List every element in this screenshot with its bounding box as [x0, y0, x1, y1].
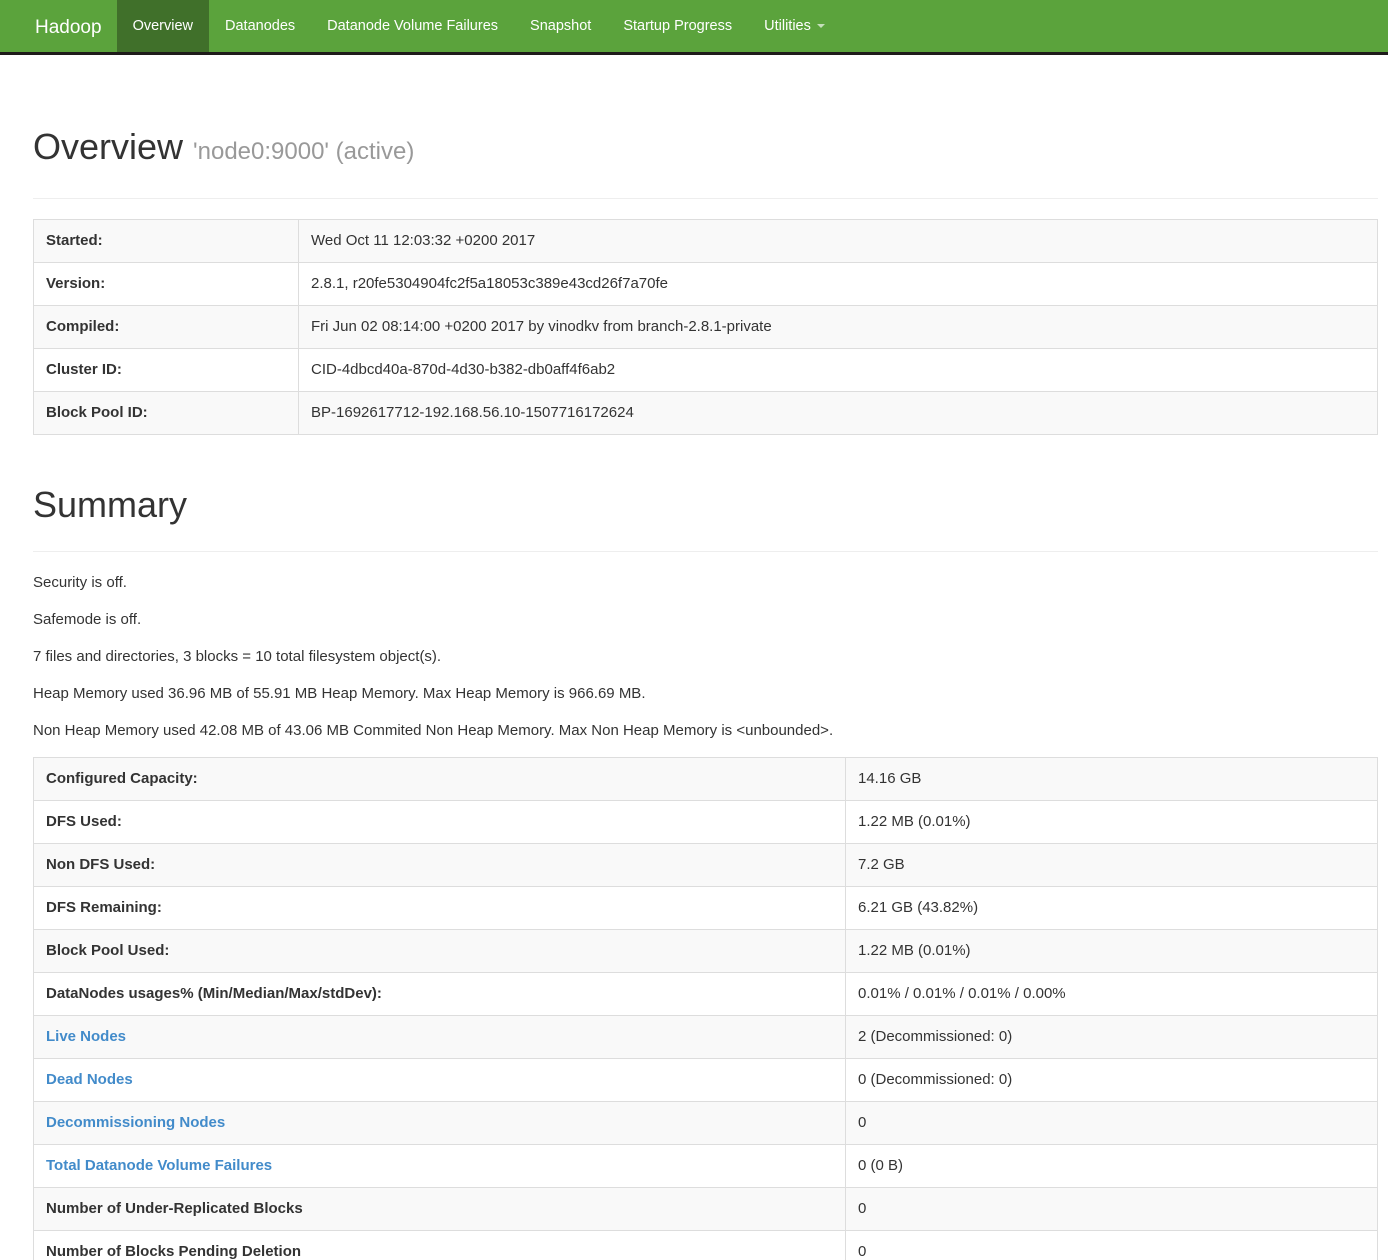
- summary-row-number-of-blocks-pending-deletion: Number of Blocks Pending Deletion0: [34, 1231, 1378, 1260]
- main-content: Overview 'node0:9000' (active) Started:W…: [33, 123, 1378, 1260]
- row-label: Total Datanode Volume Failures: [34, 1145, 846, 1188]
- summary-row-decommissioning-nodes: Decommissioning Nodes 0: [34, 1102, 1378, 1145]
- row-value: 6.21 GB (43.82%): [846, 887, 1378, 930]
- summary-note-2: Safemode is off.: [33, 609, 1378, 630]
- row-label: Live Nodes: [34, 1016, 846, 1059]
- overview-heading: Overview 'node0:9000' (active): [33, 123, 1378, 176]
- navbar-brand[interactable]: Hadoop: [0, 0, 117, 52]
- row-label: Block Pool ID:: [34, 392, 299, 435]
- summary-paragraphs: Security is off. Safemode is off. 7 files …: [33, 572, 1378, 741]
- decommissioning-nodes-link[interactable]: Decommissioning Nodes: [46, 1114, 225, 1131]
- navbar-item-label: Snapshot: [530, 0, 591, 54]
- navbar-item-label: Startup Progress: [623, 0, 732, 54]
- navbar-item-label: Datanodes: [225, 0, 295, 54]
- row-label: Version:: [34, 263, 299, 306]
- overview-row-block-pool-id: Block Pool ID:BP-1692617712-192.168.56.1…: [34, 392, 1378, 435]
- row-label: Non DFS Used:: [34, 844, 846, 887]
- row-label: Block Pool Used:: [34, 930, 846, 973]
- summary-table: Configured Capacity:14.16 GBDFS Used:1.2…: [33, 757, 1378, 1260]
- summary-row-live-nodes: Live Nodes 2 (Decommissioned: 0): [34, 1016, 1378, 1059]
- row-value: 2.8.1, r20fe5304904fc2f5a18053c389e43cd2…: [299, 263, 1378, 306]
- summary-row-dfs-remaining: DFS Remaining:6.21 GB (43.82%): [34, 887, 1378, 930]
- row-value: CID-4dbcd40a-870d-4d30-b382-db0aff4f6ab2: [299, 349, 1378, 392]
- summary-note-1: Security is off.: [33, 572, 1378, 593]
- row-value: 1.22 MB (0.01%): [846, 801, 1378, 844]
- summary-row-dfs-used: DFS Used:1.22 MB (0.01%): [34, 801, 1378, 844]
- row-label: Compiled:: [34, 306, 299, 349]
- row-label: Decommissioning Nodes: [34, 1102, 846, 1145]
- navbar-item-overview[interactable]: Overview: [117, 0, 209, 52]
- summary-title: Summary: [33, 481, 1378, 529]
- row-value: 1.22 MB (0.01%): [846, 930, 1378, 973]
- row-value: 2 (Decommissioned: 0): [846, 1016, 1378, 1059]
- row-label: Started:: [34, 220, 299, 263]
- page-subtitle: 'node0:9000' (active): [193, 138, 414, 165]
- overview-row-started: Started:Wed Oct 11 12:03:32 +0200 2017: [34, 220, 1378, 263]
- row-label: DFS Remaining:: [34, 887, 846, 930]
- navbar-item-label: Datanode Volume Failures: [327, 0, 498, 54]
- page-title: Overview: [33, 126, 183, 167]
- total-datanode-volume-failures-link[interactable]: Total Datanode Volume Failures: [46, 1157, 272, 1174]
- row-value: BP-1692617712-192.168.56.10-150771617262…: [299, 392, 1378, 435]
- summary-row-total-datanode-volume-failures: Total Datanode Volume Failures 0 (0 B): [34, 1145, 1378, 1188]
- navbar-item-startup-progress[interactable]: Startup Progress: [607, 0, 748, 52]
- navbar-item-datanode-volume-failures[interactable]: Datanode Volume Failures: [311, 0, 514, 52]
- navbar-item-label: Utilities: [764, 0, 811, 54]
- row-value: Wed Oct 11 12:03:32 +0200 2017: [299, 220, 1378, 263]
- navbar-item-utilities[interactable]: Utilities: [748, 0, 841, 52]
- summary-row-datanodes-usages-min-median-max-stddev: DataNodes usages% (Min/Median/Max/stdDev…: [34, 973, 1378, 1016]
- summary-note-5: Non Heap Memory used 42.08 MB of 43.06 M…: [33, 720, 1378, 741]
- summary-row-block-pool-used: Block Pool Used:1.22 MB (0.01%): [34, 930, 1378, 973]
- summary-header: Summary: [33, 481, 1378, 552]
- summary-note-3: 7 files and directories, 3 blocks = 10 t…: [33, 646, 1378, 667]
- row-label: DataNodes usages% (Min/Median/Max/stdDev…: [34, 973, 846, 1016]
- navbar-item-datanodes[interactable]: Datanodes: [209, 0, 311, 52]
- overview-header: Overview 'node0:9000' (active): [33, 123, 1378, 199]
- summary-row-configured-capacity: Configured Capacity:14.16 GB: [34, 758, 1378, 801]
- navbar-item-label: Overview: [133, 0, 193, 54]
- overview-row-version: Version:2.8.1, r20fe5304904fc2f5a18053c3…: [34, 263, 1378, 306]
- row-value: 0 (Decommissioned: 0): [846, 1059, 1378, 1102]
- row-label: Configured Capacity:: [34, 758, 846, 801]
- row-label: Cluster ID:: [34, 349, 299, 392]
- summary-row-non-dfs-used: Non DFS Used:7.2 GB: [34, 844, 1378, 887]
- row-value: 0: [846, 1188, 1378, 1231]
- dead-nodes-link[interactable]: Dead Nodes: [46, 1071, 133, 1088]
- row-label: Number of Under-Replicated Blocks: [34, 1188, 846, 1231]
- summary-row-dead-nodes: Dead Nodes 0 (Decommissioned: 0): [34, 1059, 1378, 1102]
- row-value: 0.01% / 0.01% / 0.01% / 0.00%: [846, 973, 1378, 1016]
- row-value: 0: [846, 1102, 1378, 1145]
- row-value: 0: [846, 1231, 1378, 1260]
- row-label: Dead Nodes: [34, 1059, 846, 1102]
- overview-row-cluster-id: Cluster ID:CID-4dbcd40a-870d-4d30-b382-d…: [34, 349, 1378, 392]
- navbar-item-snapshot[interactable]: Snapshot: [514, 0, 607, 52]
- summary-row-number-of-under-replicated-blocks: Number of Under-Replicated Blocks0: [34, 1188, 1378, 1231]
- row-value: 0 (0 B): [846, 1145, 1378, 1188]
- summary-note-4: Heap Memory used 36.96 MB of 55.91 MB He…: [33, 683, 1378, 704]
- row-label: Number of Blocks Pending Deletion: [34, 1231, 846, 1260]
- row-value: Fri Jun 02 08:14:00 +0200 2017 by vinodk…: [299, 306, 1378, 349]
- row-value: 14.16 GB: [846, 758, 1378, 801]
- row-label: DFS Used:: [34, 801, 846, 844]
- chevron-down-icon: [817, 24, 825, 28]
- navbar-menu: Overview Datanodes Datanode Volume Failure…: [117, 0, 841, 52]
- live-nodes-link[interactable]: Live Nodes: [46, 1028, 126, 1045]
- row-value: 7.2 GB: [846, 844, 1378, 887]
- overview-row-compiled: Compiled:Fri Jun 02 08:14:00 +0200 2017 …: [34, 306, 1378, 349]
- overview-table: Started:Wed Oct 11 12:03:32 +0200 2017Ve…: [33, 219, 1378, 435]
- top-navbar: Hadoop Overview Datanodes Datanode Volume …: [0, 0, 1388, 55]
